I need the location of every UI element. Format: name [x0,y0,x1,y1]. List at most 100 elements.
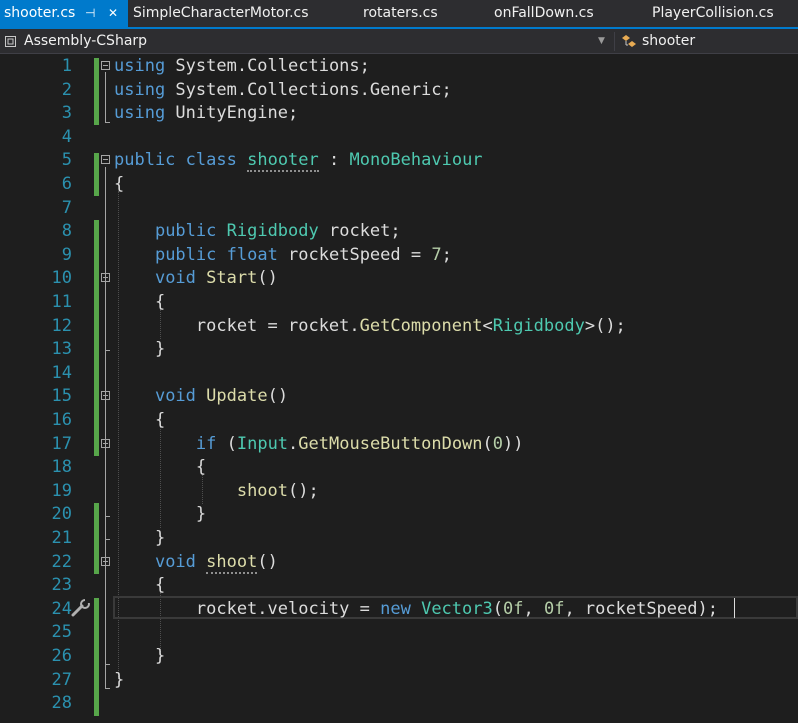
code-token: { [114,410,166,430]
code-text: { [114,456,206,480]
line-number: 24 [51,598,72,619]
code-line[interactable]: 14 [0,362,798,386]
line-number: 3 [61,103,72,124]
type-dropdown[interactable]: shooter [618,31,798,52]
code-text: if (Input.GetMouseButtonDown(0)) [114,433,524,457]
code-token: public [154,221,217,242]
close-icon[interactable]: ✕ [108,0,118,27]
code-token: rocketSpeed = [277,244,432,265]
code-line[interactable]: 9 public float rocketSpeed = 7; [0,244,798,268]
nav-divider [614,32,615,51]
code-token: public [154,244,217,265]
code-token: public [114,150,176,171]
code-line[interactable]: 23 { [0,574,798,598]
code-line[interactable]: 20 } [0,503,798,527]
code-line[interactable]: 2 using System.Collections.Generic; [0,79,798,103]
tab-label: shooter.cs [4,5,76,21]
code-line[interactable]: 28 [0,692,798,716]
code-line[interactable]: 8 public Rigidbody rocket; [0,220,798,244]
line-number: 13 [51,339,72,360]
code-line[interactable]: 7 [0,197,798,221]
code-line[interactable]: 19 shoot(); [0,480,798,504]
code-token: } [114,339,166,360]
code-token: >(); [584,315,626,336]
code-line[interactable]: 16 { [0,409,798,433]
line-number: 27 [51,669,72,690]
chevron-down-icon[interactable]: ▼ [598,31,605,52]
code-token: MonoBehaviour [349,150,483,171]
code-token: class [185,150,237,171]
code-line[interactable]: 22 void shoot() [0,551,798,575]
collapse-outline-icon[interactable] [101,438,110,448]
code-token: Input [236,433,289,454]
pin-icon[interactable]: ⊣ [85,0,95,27]
code-text: { [114,173,124,197]
code-token: () [257,551,278,572]
code-token: 0f [543,598,565,619]
code-token: void [154,268,196,289]
code-line[interactable]: 1 using System.Collections; [0,55,798,79]
code-line[interactable]: 15 void Update() [0,385,798,409]
code-token: { [114,174,125,194]
project-name: Assembly-CSharp [24,33,148,49]
code-token: Start [206,268,258,289]
code-line[interactable]: 17 if (Input.GetMouseButtonDown(0)) [0,433,798,457]
code-text: using UnityEngine; [114,102,298,126]
collapse-outline-icon[interactable] [101,155,110,165]
code-line[interactable]: 11 { [0,291,798,315]
code-line[interactable]: 26 } [0,645,798,669]
code-line[interactable]: 12 rocket = rocket.GetComponent<Rigidbod… [0,315,798,339]
line-number: 6 [61,174,72,194]
tab-label: SimpleCharacterMotor.cs [133,5,309,21]
code-editor[interactable]: 1 using System.Collections; 2 using System.… [0,54,798,723]
code-line[interactable]: 4 [0,126,798,150]
collapse-outline-icon[interactable] [101,391,110,401]
code-line[interactable]: 6{ [0,173,798,197]
code-text: rocket = rocket.GetComponent<Rigidbody>(… [114,315,626,339]
code-line[interactable]: 24 rocket.velocity = new Vector3(0f, 0f,… [0,598,798,622]
code-text: } [114,338,165,362]
line-number: 1 [61,56,72,76]
line-number: 2 [61,79,72,100]
code-token: new [380,598,411,619]
csharp-project-icon [5,36,16,47]
collapse-outline-icon[interactable] [101,61,110,70]
line-number: 17 [51,433,72,454]
code-line[interactable]: 21 } [0,527,798,551]
code-line[interactable]: 3 using UnityEngine; [0,102,798,126]
document-tab-strip: shooter.cs ⊣ ✕ SimpleCharacterMotor.cs r… [0,0,798,29]
code-line[interactable]: 18 { [0,456,798,480]
code-token: , [523,598,544,619]
code-token: using [114,103,166,124]
code-line[interactable]: 25 [0,621,798,645]
line-number: 9 [61,244,72,265]
code-line[interactable]: 5 public class shooter : MonoBehaviour [0,149,798,173]
code-line[interactable]: 10 void Start() [0,267,798,291]
code-line[interactable]: 13 } [0,338,798,362]
code-text: using System.Collections; [114,55,370,79]
line-number: 11 [51,292,72,312]
code-token: )) [503,433,524,454]
code-token: } [114,669,125,690]
type-name: shooter [642,33,696,49]
line-number: 22 [51,551,72,572]
collapse-outline-icon[interactable] [101,273,110,283]
code-text: public class shooter : MonoBehaviour [114,149,483,173]
collapse-outline-icon[interactable] [101,556,110,566]
code-line[interactable]: 27} [0,669,798,693]
code-text: { [114,409,165,433]
code-token: UnityEngine; [165,103,299,124]
tab-shooter-cs[interactable]: shooter.cs ⊣ ✕ [0,0,128,27]
project-dropdown[interactable]: Assembly-CSharp ▼ [0,31,612,52]
code-token: 0f [502,598,524,619]
